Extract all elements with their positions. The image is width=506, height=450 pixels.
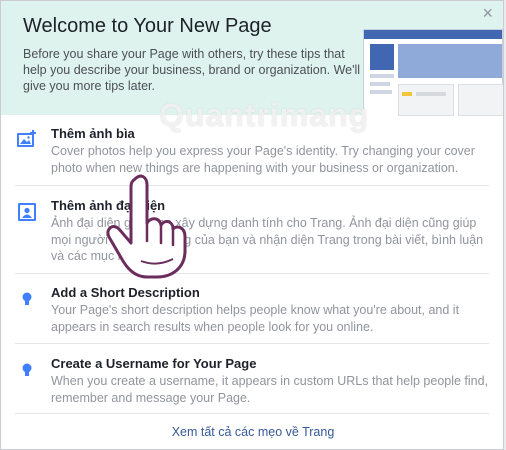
tip-profile-picture[interactable]: Thêm ảnh đại diện Ảnh đại diện giúp bạn … — [1, 198, 503, 265]
tip-title: Thêm ảnh bìa — [51, 126, 135, 141]
tip-title: Add a Short Description — [51, 285, 200, 300]
tip-short-description[interactable]: Add a Short Description Your Page's shor… — [1, 285, 503, 335]
lightbulb-icon — [22, 363, 32, 376]
tip-title: Thêm ảnh đại diện — [51, 198, 166, 213]
see-all-tips-link[interactable]: Xem tất cả các mẹo về Trang — [1, 425, 503, 439]
tip-description: Cover photos help you express your Page'… — [51, 144, 475, 175]
tip-description: When you create a username, it appears i… — [51, 374, 489, 405]
dialog-title: Welcome to Your New Page — [23, 15, 272, 37]
close-icon[interactable]: × — [482, 3, 493, 24]
tip-create-username[interactable]: Create a Username for Your Page When you… — [1, 356, 503, 406]
dialog-intro: Before you share your Page with others, … — [23, 47, 361, 93]
tip-title: Create a Username for Your Page — [51, 356, 257, 371]
divider — [15, 185, 489, 186]
divider — [15, 273, 489, 274]
dialog-header: Welcome to Your New Page × Before you sh… — [1, 1, 503, 116]
divider — [15, 343, 489, 344]
page-preview-illustration — [363, 29, 503, 116]
tip-description: Ảnh đại diện giúp bạn xây dựng danh tính… — [51, 216, 484, 263]
tip-description: Your Page's short description helps peop… — [51, 303, 460, 334]
lightbulb-icon — [22, 292, 32, 305]
tip-cover-photo[interactable]: Thêm ảnh bìa Cover photos help you expre… — [1, 126, 503, 176]
photo-icon — [17, 130, 36, 147]
profile-picture-icon — [18, 203, 36, 221]
welcome-dialog: Welcome to Your New Page × Before you sh… — [0, 0, 504, 450]
divider — [15, 413, 489, 414]
